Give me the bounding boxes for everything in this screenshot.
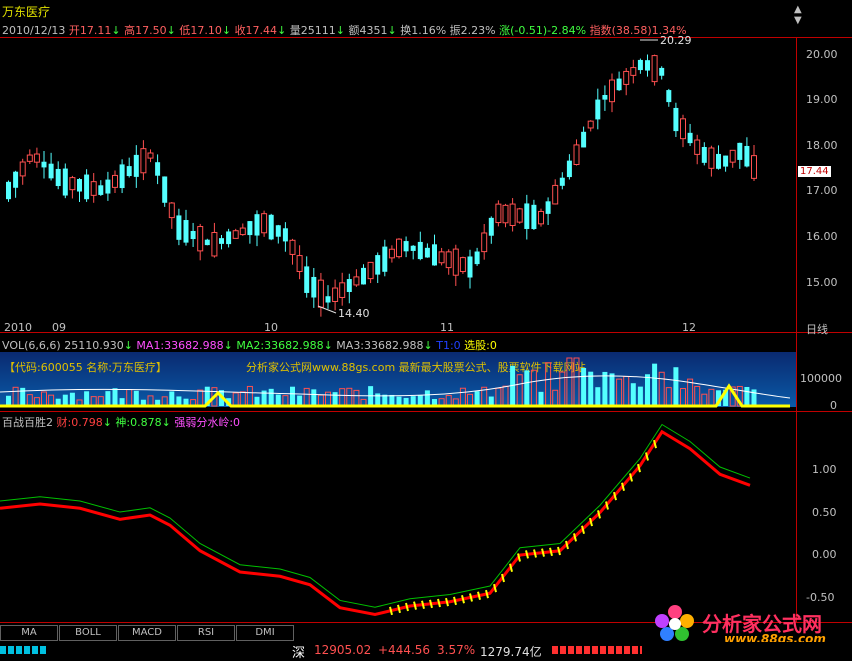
tab-ma[interactable]: MA [0, 625, 58, 641]
price-axis-tick: 20.00 [806, 48, 838, 61]
price-axis-tick: 17.00 [806, 184, 838, 197]
status-index-value: 12905.02 [314, 643, 372, 657]
status-index-amount: 1279.74亿 [480, 645, 542, 659]
indicator-hatch [421, 600, 425, 609]
indicator-hatch [485, 589, 489, 599]
price-axis-tick: 18.00 [806, 139, 838, 152]
indicator-chart[interactable] [0, 0, 796, 622]
indicator-hatch [397, 604, 401, 614]
indicator-hatch [389, 606, 393, 616]
indicator-hatch [453, 596, 457, 606]
status-index-pct: 3.57% [437, 643, 476, 657]
ind-axis-tick: 0.50 [812, 506, 837, 519]
indicator-hatch [461, 594, 465, 604]
indicator-line-cai [0, 429, 751, 617]
tab-macd[interactable]: MACD [118, 625, 176, 641]
vol-axis-tick: 100000 [800, 372, 842, 385]
price-axis-tick: 19.00 [806, 93, 838, 106]
indicator-hatch [525, 550, 529, 559]
current-price-tag: 17.44 [798, 166, 831, 177]
indicator-hatch [541, 548, 545, 557]
ind-axis-tick: 1.00 [812, 463, 837, 476]
divider-right-axis [796, 37, 797, 622]
watermark-flower-icon [652, 604, 698, 642]
tab-boll[interactable]: BOLL [59, 625, 117, 641]
tab-dmi[interactable]: DMI [236, 625, 294, 641]
indicator-hatch [445, 597, 449, 607]
indicator-hatch [413, 601, 417, 610]
period-label[interactable]: 日线 [806, 321, 828, 337]
indicator-hatch [469, 593, 473, 602]
ind-axis-tick: -0.50 [806, 591, 835, 604]
indicator-hatch [557, 546, 561, 556]
price-axis-tick: 15.00 [806, 276, 838, 289]
tab-rsi[interactable]: RSI [177, 625, 235, 641]
price-axis-tick: 16.00 [806, 230, 838, 243]
indicator-hatch [429, 599, 433, 609]
ind-axis-tick: 0.00 [812, 548, 837, 561]
status-cyan-bar [0, 646, 46, 654]
indicator-hatch [405, 602, 409, 612]
vol-axis-tick: 0 [830, 399, 837, 412]
indicator-hatch [549, 547, 553, 557]
status-index-change: +444.56 [378, 643, 431, 657]
indicator-hatch [437, 598, 441, 608]
indicator-hatch [533, 549, 537, 558]
status-red-bar [552, 646, 642, 654]
status-market: 深 [292, 646, 306, 661]
status-bar: 深 12905.02 +444.56 3.57% 1279.74亿 [0, 642, 852, 661]
indicator-hatch [477, 591, 481, 601]
